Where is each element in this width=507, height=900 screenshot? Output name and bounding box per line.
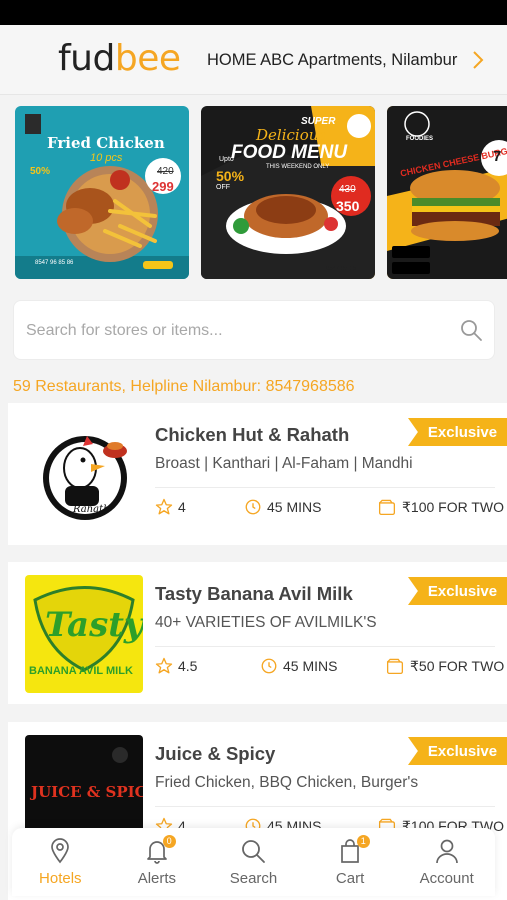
app-header: fudbee HOME ABC Apartments, Nilambur	[0, 25, 507, 95]
user-icon	[435, 839, 458, 864]
exclusive-badge: Exclusive	[408, 577, 507, 605]
rating-value: 4.5	[178, 658, 198, 674]
banner-discount-prefix: Upto	[219, 156, 234, 163]
nav-alerts[interactable]: 0 Alerts	[109, 828, 206, 896]
delivery-time: 45 MINS	[244, 498, 321, 516]
cost-value: ₹50 FOR TWO	[410, 657, 505, 674]
cart-count-badge: 1	[356, 835, 370, 848]
promo-banner-food-menu[interactable]: SUPER Delicious FOOD MENU THIS WEEKEND O…	[201, 106, 375, 279]
promo-banner-fried-chicken[interactable]: Fried Chicken 10 pcs 50% 420 299 8547 96…	[15, 106, 189, 279]
restaurant-logo-text-bottom: BANANA AVIL MILK	[29, 665, 133, 677]
banner-discount-suffix: OFF	[216, 184, 230, 191]
card-divider	[155, 806, 495, 807]
time-value: 45 MINS	[267, 499, 322, 515]
search-icon	[242, 840, 266, 863]
time-value: 45 MINS	[283, 658, 338, 674]
nav-cart[interactable]: 1 Cart	[302, 828, 399, 896]
bottom-navigation: Hotels 0 Alerts Search 1 Cart Account	[12, 828, 495, 896]
card-divider	[155, 487, 495, 488]
banner-title: Fried Chicken	[47, 134, 165, 152]
logo-text-fud: fud	[58, 38, 115, 79]
banner-discount: 50%	[216, 168, 245, 184]
cost-for-two: ₹50 FOR TWO	[385, 657, 504, 675]
restaurant-name: Juice & Spicy	[155, 743, 276, 764]
nav-account[interactable]: Account	[398, 828, 495, 896]
clock-icon	[245, 499, 261, 515]
wallet-icon	[386, 658, 404, 675]
banner-subtitle: 10 pcs	[90, 152, 123, 164]
search-input[interactable]	[26, 319, 446, 343]
nav-hotels[interactable]: Hotels	[12, 828, 109, 896]
restaurant-logo-text-top: Tasty	[45, 605, 143, 645]
status-bar	[0, 0, 507, 25]
restaurant-name: Tasty Banana Avil Milk	[155, 583, 353, 604]
search-icon[interactable]	[459, 318, 483, 342]
restaurant-logo: Tasty BANANA AVIL MILK	[25, 575, 143, 693]
star-icon	[155, 498, 173, 515]
restaurant-logo-text: JUICE & SPICE	[31, 783, 143, 801]
logo-text-bee: bee	[114, 38, 181, 79]
delivery-location[interactable]: HOME ABC Apartments, Nilambur	[207, 51, 457, 70]
cost-for-two: ₹100 FOR TWO	[377, 498, 504, 516]
restaurant-rating: 4.5	[155, 657, 197, 675]
banner-new-price: 299	[152, 179, 174, 194]
nav-label: Account	[419, 870, 474, 887]
exclusive-badge: Exclusive	[408, 737, 507, 765]
restaurant-logo: Rahath	[25, 416, 143, 534]
rating-value: 4	[178, 499, 186, 515]
star-icon	[155, 657, 173, 674]
clock-icon	[261, 658, 277, 674]
restaurant-cuisine: Fried Chicken, BBQ Chicken, Burger's	[155, 774, 419, 791]
delivery-time: 45 MINS	[260, 657, 337, 675]
promo-banner-carousel[interactable]: Fried Chicken 10 pcs 50% 420 299 8547 96…	[0, 106, 507, 280]
restaurant-card[interactable]: Tasty BANANA AVIL MILK Tasty Banana Avil…	[8, 562, 507, 704]
app-logo[interactable]: fudbee	[58, 39, 181, 79]
card-divider	[155, 646, 495, 647]
nav-label: Search	[229, 870, 278, 887]
restaurant-cuisine: 40+ VARIETIES OF AVILMILK'S	[155, 614, 377, 631]
nav-label: Cart	[335, 870, 365, 887]
promo-banner-burger[interactable]: FOODIES CHICKEN CHEESE BURGER 7	[387, 106, 507, 279]
banner-old-price: 420	[157, 166, 174, 177]
chevron-right-icon[interactable]	[470, 48, 486, 72]
banner-old-price: 430	[339, 184, 356, 195]
banner-discount: 50%	[30, 166, 51, 177]
banner-title-line2: FOOD MENU	[231, 142, 348, 163]
location-pin-icon	[51, 838, 70, 864]
exclusive-badge: Exclusive	[408, 418, 507, 446]
restaurant-rating: 4	[155, 498, 186, 516]
nav-label: Hotels	[39, 870, 82, 887]
restaurant-count-helpline: 59 Restaurants, Helpline Nilambur: 85479…	[13, 378, 355, 395]
restaurant-name: Chicken Hut & Rahath	[155, 424, 350, 445]
nav-search[interactable]: Search	[205, 828, 302, 896]
banner-badge: 7	[493, 148, 502, 165]
alerts-count-badge: 0	[162, 835, 176, 848]
restaurant-cuisine: Broast | Kanthari | Al-Faham | Mandhi	[155, 455, 413, 472]
restaurant-logo-text: Rahath	[73, 504, 110, 515]
banner-tagline: THIS WEEKEND ONLY	[266, 164, 330, 170]
banner-new-price: 350	[336, 198, 360, 214]
restaurant-card[interactable]: Rahath Chicken Hut & Rahath Broast | Kan…	[8, 403, 507, 545]
banner-brand: FOODIES	[406, 136, 434, 142]
banner-phone: 8547 96 85	[326, 266, 357, 272]
search-box	[13, 300, 495, 360]
banner-phone: 8547 96 85 86	[35, 260, 74, 266]
nav-label: Alerts	[137, 870, 177, 887]
cost-value: ₹100 FOR TWO	[402, 498, 504, 515]
wallet-icon	[378, 499, 396, 516]
